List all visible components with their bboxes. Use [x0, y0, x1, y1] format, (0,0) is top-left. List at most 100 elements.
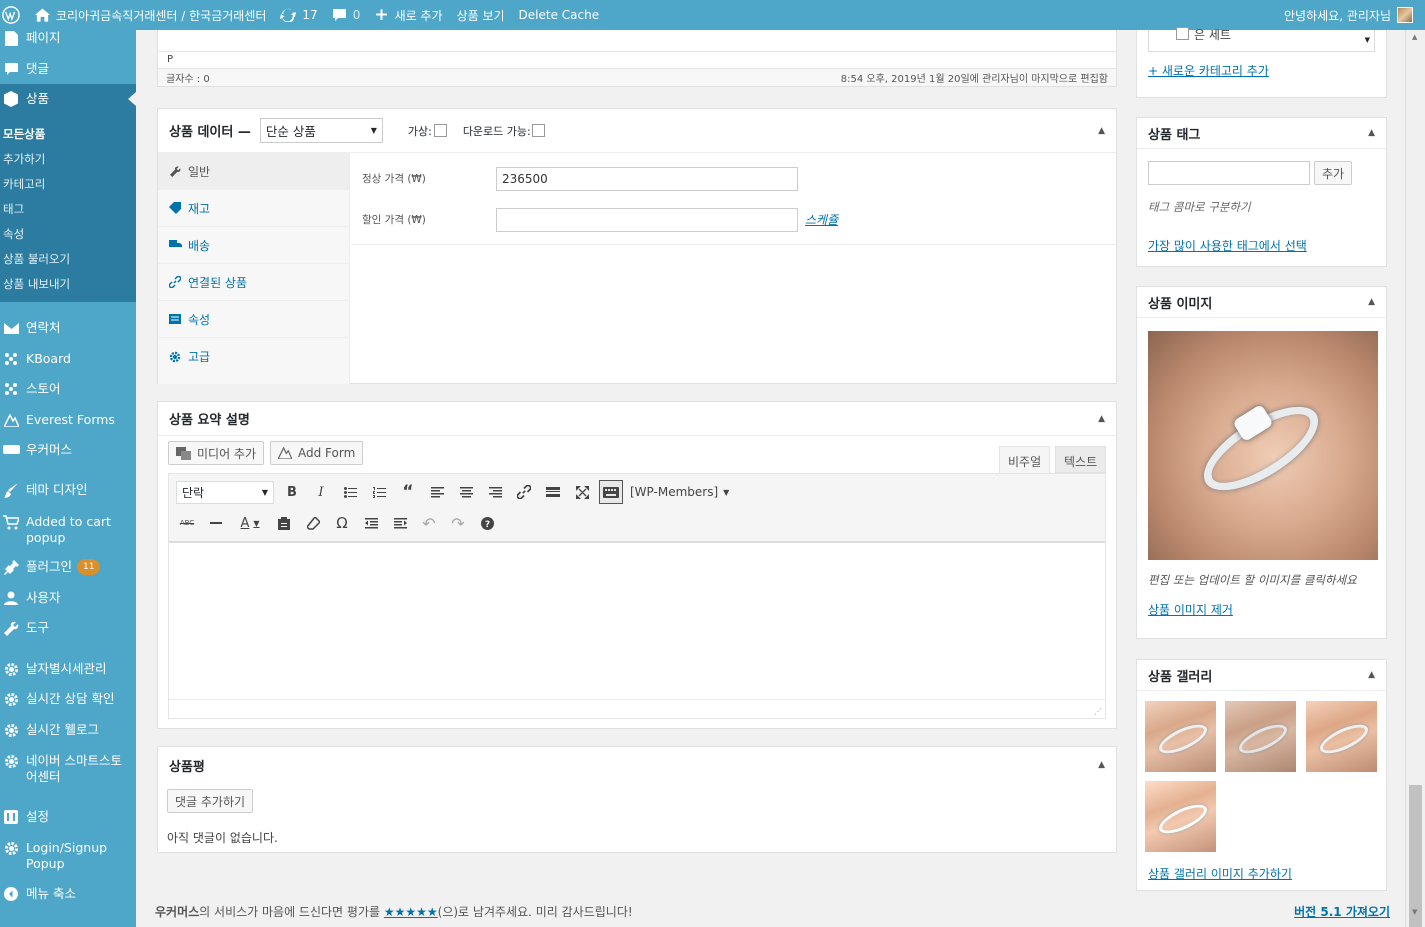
bullet-list-icon[interactable]: [338, 480, 362, 504]
menu-tools[interactable]: 도구: [0, 620, 136, 636]
blockquote-icon[interactable]: “: [396, 480, 420, 504]
category-checkbox[interactable]: [1176, 27, 1189, 40]
indent-icon[interactable]: [388, 511, 412, 535]
help-icon[interactable]: ?: [475, 511, 499, 535]
wp-members-dropdown[interactable]: [WP-Members] ▼: [630, 480, 729, 504]
sale-price-input[interactable]: [496, 208, 798, 232]
add-category-link[interactable]: + 새로운 카테고리 추가: [1148, 62, 1269, 79]
add-media-button[interactable]: 미디어 추가: [168, 441, 265, 465]
gallery-thumbnail[interactable]: [1225, 701, 1296, 772]
add-form-button[interactable]: Add Form: [270, 441, 364, 465]
scroll-up-icon[interactable]: ▲: [1412, 33, 1417, 41]
menu-added-to-cart[interactable]: Added to cart popup: [0, 514, 136, 546]
collapse-arrow-icon[interactable]: ▲: [1368, 670, 1375, 680]
submenu-import[interactable]: 상품 불러오기: [3, 251, 70, 267]
align-right-icon[interactable]: [483, 480, 507, 504]
add-gallery-images-link[interactable]: 상품 갤러리 이미지 추가하기: [1148, 865, 1292, 882]
italic-icon[interactable]: I: [309, 480, 333, 504]
outdent-icon[interactable]: [359, 511, 383, 535]
menu-everest-forms[interactable]: Everest Forms: [0, 412, 136, 428]
scrollbar-thumb[interactable]: [1409, 785, 1422, 927]
tab-shipping[interactable]: 배송: [158, 227, 349, 264]
comments-link[interactable]: 0: [325, 0, 368, 30]
page-scrollbar[interactable]: ▲ ▼: [1405, 30, 1425, 927]
bold-icon[interactable]: B: [280, 480, 304, 504]
link-icon[interactable]: [512, 480, 536, 504]
add-tag-button[interactable]: 추가: [1314, 161, 1353, 185]
menu-collapse[interactable]: 메뉴 축소: [0, 886, 136, 902]
undo-icon[interactable]: ↶: [417, 511, 441, 535]
paste-text-icon[interactable]: [272, 511, 296, 535]
my-account-link[interactable]: 안녕하세요, 관리자님: [1284, 7, 1425, 24]
menu-store[interactable]: 스토어: [0, 381, 136, 397]
tab-linked-products[interactable]: 연결된 상품: [158, 264, 349, 301]
scroll-down-icon[interactable]: ▼: [1412, 908, 1417, 916]
toolbar-toggle-icon[interactable]: [599, 480, 623, 504]
align-left-icon[interactable]: [425, 480, 449, 504]
submenu-categories[interactable]: 카테고리: [3, 176, 45, 192]
short-description-editor[interactable]: ⋰: [168, 541, 1106, 719]
tab-inventory[interactable]: 재고: [158, 190, 349, 227]
rating-stars-link[interactable]: ★★★★★: [384, 905, 438, 919]
collapse-arrow-icon[interactable]: ▲: [1098, 126, 1105, 136]
menu-daily-price[interactable]: 날자별시세관리: [0, 661, 136, 677]
collapse-arrow-icon[interactable]: ▲: [1098, 760, 1105, 770]
remove-image-link[interactable]: 상품 이미지 제거: [1148, 601, 1233, 618]
menu-live-log[interactable]: 실시간 웰로그: [0, 722, 136, 738]
tab-attributes[interactable]: 속성: [158, 301, 349, 338]
add-comment-button[interactable]: 댓글 추가하기: [167, 789, 254, 813]
tab-text[interactable]: 텍스트: [1055, 446, 1107, 473]
product-type-select[interactable]: 단순 상품 ▼: [259, 118, 383, 143]
tab-advanced[interactable]: 고급: [158, 338, 349, 375]
wordpress-logo-icon[interactable]: [0, 0, 28, 30]
view-product-link[interactable]: 상품 보기: [450, 0, 512, 30]
scroll-down-icon[interactable]: ▼: [1365, 36, 1370, 44]
resize-handle-icon[interactable]: ⋰: [1094, 707, 1102, 716]
tab-general[interactable]: 일반: [158, 153, 349, 190]
menu-appearance[interactable]: 테마 디자인: [0, 482, 136, 498]
menu-live-chat[interactable]: 실시간 상담 확인: [0, 691, 136, 707]
gallery-thumbnail[interactable]: [1145, 781, 1216, 852]
editor-area-bottom[interactable]: [158, 30, 1116, 52]
menu-login-signup[interactable]: Login/Signup Popup: [0, 840, 136, 872]
submenu-add-new[interactable]: 추가하기: [3, 151, 45, 167]
gallery-thumbnail[interactable]: [1306, 701, 1377, 772]
submenu-export[interactable]: 상품 내보내기: [3, 276, 70, 292]
regular-price-input[interactable]: [496, 167, 798, 191]
collapse-arrow-icon[interactable]: ▲: [1098, 414, 1105, 424]
numbered-list-icon[interactable]: [367, 480, 391, 504]
menu-kboard[interactable]: KBoard: [0, 351, 136, 367]
menu-users[interactable]: 사용자: [0, 590, 136, 606]
horizontal-line-icon[interactable]: [204, 511, 228, 535]
fullscreen-icon[interactable]: [570, 480, 594, 504]
menu-comments[interactable]: 댓글: [0, 61, 136, 77]
menu-products[interactable]: 상품: [0, 84, 136, 114]
tab-visual[interactable]: 비주얼: [999, 446, 1051, 473]
align-center-icon[interactable]: [454, 480, 478, 504]
read-more-icon[interactable]: [541, 480, 565, 504]
submenu-all-products[interactable]: 모든상품: [3, 126, 45, 142]
format-select[interactable]: 단락 ▼: [176, 481, 274, 504]
delete-cache-link[interactable]: Delete Cache: [512, 0, 607, 30]
new-tag-input[interactable]: [1148, 161, 1310, 185]
redo-icon[interactable]: ↷: [446, 511, 470, 535]
schedule-link[interactable]: 스케쥴: [805, 211, 838, 228]
collapse-arrow-icon[interactable]: ▲: [1368, 128, 1375, 138]
updates-link[interactable]: 17: [273, 0, 324, 30]
new-content-link[interactable]: + 새로 추가: [367, 0, 449, 30]
product-image[interactable]: [1148, 331, 1378, 560]
text-color-icon[interactable]: A ▼: [233, 511, 267, 535]
menu-plugins[interactable]: 플러그인 11: [0, 559, 136, 575]
submenu-tags[interactable]: 태그: [3, 201, 24, 217]
submenu-attributes[interactable]: 속성: [3, 226, 24, 242]
special-character-icon[interactable]: Ω: [330, 511, 354, 535]
downloadable-checkbox[interactable]: [531, 124, 545, 137]
collapse-arrow-icon[interactable]: ▲: [1368, 297, 1375, 307]
clear-formatting-icon[interactable]: [301, 511, 325, 535]
version-link[interactable]: 버전 5.1 가져오기: [1294, 903, 1390, 920]
virtual-checkbox[interactable]: [433, 124, 447, 137]
menu-contacts[interactable]: 연락처: [0, 320, 136, 336]
gallery-thumbnail[interactable]: [1145, 701, 1216, 772]
site-name-link[interactable]: 코리아귀금속직거래센터 / 한국금거래센터: [28, 0, 273, 30]
menu-woocommerce[interactable]: 우커머스: [0, 442, 136, 458]
